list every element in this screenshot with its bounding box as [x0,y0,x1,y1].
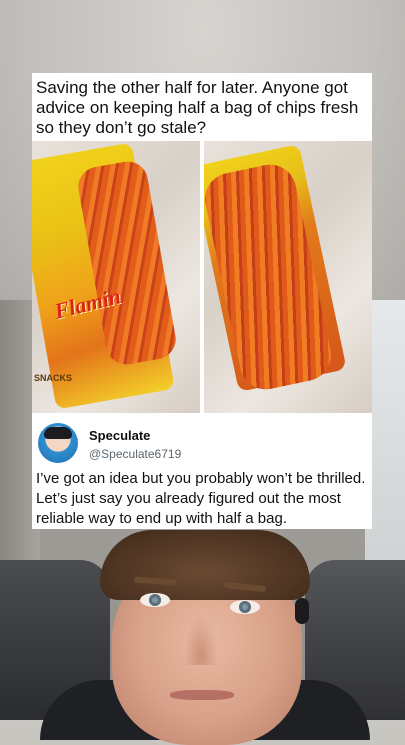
post-text: Saving the other half for later. Anyone … [36,78,359,137]
eye-left [140,593,170,607]
avatar-hair [44,427,72,439]
bag-small-label: SNACKS [34,373,73,383]
reply-display-name[interactable]: Speculate [89,428,150,443]
hair [100,530,310,600]
earbud [295,598,309,624]
nose [184,615,218,665]
post-image-left[interactable]: Flamin SNACKS [32,141,200,413]
reply-text: I’ve got an idea but you probably won’t … [36,470,366,527]
reply-card: Speculate @Speculate6719 I’ve got an ide… [32,413,372,529]
reply-handle[interactable]: @Speculate6719 [89,447,181,461]
post-image-right[interactable] [204,141,372,413]
avatar[interactable] [38,423,78,463]
eye-right [230,600,260,614]
post-card: Saving the other half for later. Anyone … [32,73,372,413]
mouth [170,690,234,700]
